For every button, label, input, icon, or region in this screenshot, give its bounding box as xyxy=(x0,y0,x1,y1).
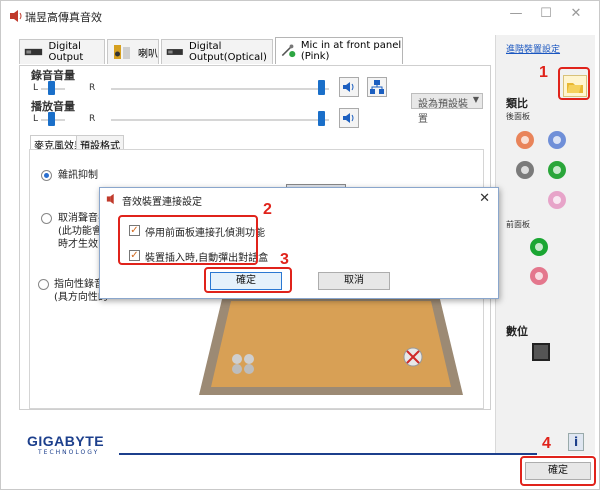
tab-digital-output-optical[interactable]: Digital Output(Optical) xyxy=(161,39,273,64)
optical-output-icon xyxy=(166,49,183,55)
info-button[interactable]: i xyxy=(568,433,584,451)
subtab-default-format[interactable]: 預設格式 xyxy=(76,135,124,152)
back-jack-pink[interactable] xyxy=(548,191,566,209)
digital-label: 數位 xyxy=(506,325,528,338)
record-volume-track xyxy=(111,88,329,90)
annotation-marker-4: 4 xyxy=(542,435,551,452)
record-balance-slider[interactable] xyxy=(48,81,55,95)
playback-balance-slider[interactable] xyxy=(48,112,55,126)
close-button[interactable]: ✕ xyxy=(565,6,587,24)
speaker-app-icon xyxy=(106,193,114,205)
back-jack-gray[interactable] xyxy=(516,161,534,179)
playback-left-label: L xyxy=(33,114,39,124)
noise-suppression-label: 雜訊抑制 xyxy=(58,170,98,181)
echo-cancellation-line3: 時才生效) xyxy=(58,239,102,250)
gigabyte-logo: GIGABYTE xyxy=(27,433,105,449)
chevron-down-icon: ▼ xyxy=(472,95,479,104)
speaker-app-icon xyxy=(10,10,22,22)
device-tabs: Digital Output 喇叭 Digital Output(Optical… xyxy=(19,37,491,65)
record-volume-slider[interactable] xyxy=(318,80,325,95)
gigabyte-logo-subtitle: TECHNOLOGY xyxy=(38,449,100,456)
annotation-box-2 xyxy=(118,215,258,265)
front-jack-pink[interactable] xyxy=(530,267,548,285)
room-floor-illustration xyxy=(199,295,463,395)
echo-cancellation-line2: (此功能會 xyxy=(58,226,102,237)
annotation-marker-2: 2 xyxy=(263,201,272,218)
advanced-device-settings-link[interactable]: 進階裝置設定 xyxy=(506,42,560,55)
front-jack-green[interactable] xyxy=(530,238,548,256)
tab-digital-output[interactable]: Digital Output xyxy=(19,39,105,64)
set-default-device-button[interactable]: 設為預設裝置 ▼ xyxy=(411,93,483,125)
tab-speaker[interactable]: 喇叭 xyxy=(107,39,159,64)
maximize-button[interactable]: ☐ xyxy=(535,6,557,24)
annotation-marker-1: 1 xyxy=(539,64,548,81)
record-mute-button[interactable] xyxy=(339,77,359,97)
network-device-icon xyxy=(370,80,384,94)
digital-connector-icon[interactable] xyxy=(532,343,550,361)
dialog-close-button[interactable]: ✕ xyxy=(479,191,490,206)
back-jack-orange[interactable] xyxy=(516,131,534,149)
playback-right-label: R xyxy=(89,114,96,124)
analog-label: 類比 xyxy=(506,97,528,110)
tab-label: Digital Output(Optical) xyxy=(189,41,267,63)
speaker-volume-icon xyxy=(343,82,354,92)
minimize-button[interactable]: — xyxy=(505,6,527,24)
record-left-label: L xyxy=(33,83,39,93)
dialog-cancel-button[interactable]: 取消 xyxy=(318,272,390,290)
noise-suppression-radio[interactable] xyxy=(41,170,52,181)
back-jack-green[interactable] xyxy=(548,161,566,179)
back-jack-blue[interactable] xyxy=(548,131,566,149)
playback-volume-track xyxy=(111,119,329,121)
digital-output-icon xyxy=(24,48,43,56)
annotation-box-1 xyxy=(558,67,590,100)
directional-recording-radio[interactable] xyxy=(38,279,49,290)
dialog-title: 音效裝置連接設定 xyxy=(122,197,202,208)
speaker-icon xyxy=(114,45,130,59)
title-bar: 瑞昱高傳真音效 — ☐ ✕ xyxy=(1,1,599,31)
back-panel-label: 後面板 xyxy=(506,112,530,121)
tab-label: Digital Output xyxy=(48,41,84,63)
directional-recording-line1: 指向性錄音 xyxy=(54,279,104,290)
info-icon: i xyxy=(573,435,579,449)
tab-mic-front-panel[interactable]: Mic in at front panel (Pink) xyxy=(275,37,403,64)
annotation-box-4 xyxy=(520,456,596,486)
footer-divider xyxy=(119,453,537,455)
window-title: 瑞昱高傳真音效 xyxy=(25,11,102,24)
annotation-marker-3: 3 xyxy=(280,251,289,268)
annotation-box-3 xyxy=(204,267,292,293)
record-device-button[interactable] xyxy=(367,77,387,97)
front-panel-label: 前面板 xyxy=(506,220,530,229)
record-right-label: R xyxy=(89,83,96,93)
microphone-icon xyxy=(281,44,296,58)
tab-label: 喇叭 xyxy=(138,48,158,60)
playback-mute-button[interactable] xyxy=(339,108,359,128)
echo-cancellation-radio[interactable] xyxy=(41,213,52,224)
tab-label: Mic in at front panel (Pink) xyxy=(300,40,402,62)
playback-volume-slider[interactable] xyxy=(318,111,325,126)
speaker-volume-icon xyxy=(343,113,354,123)
audio-manager-window: 瑞昱高傳真音效 — ☐ ✕ Digital Output 喇叭 Digital … xyxy=(0,0,600,490)
